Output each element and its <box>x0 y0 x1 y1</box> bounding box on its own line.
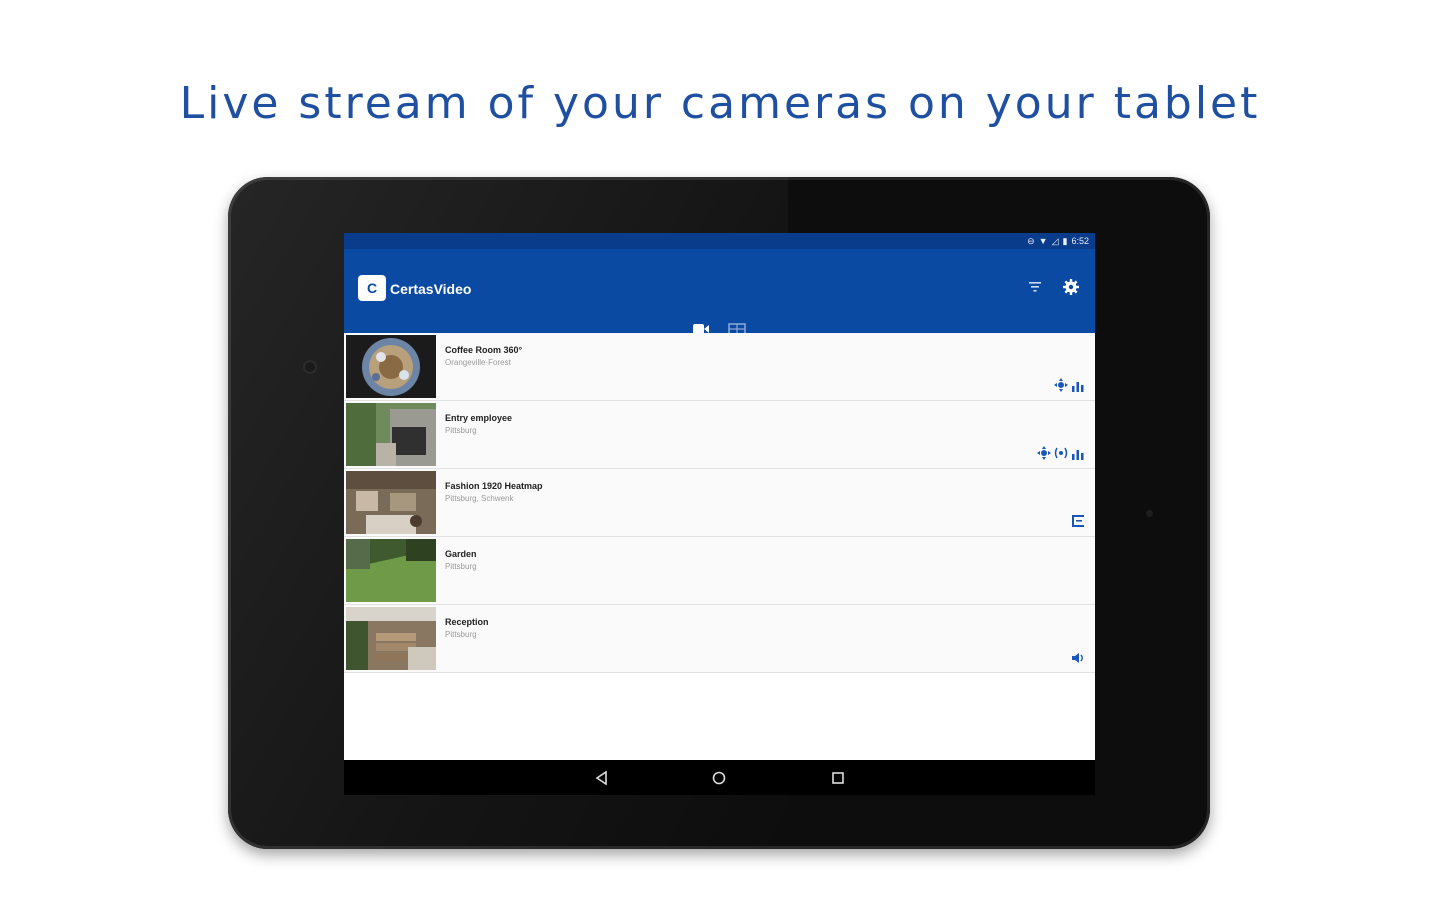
dnd-icon: ⊖ <box>1027 235 1035 246</box>
app-logo: C <box>358 275 386 301</box>
camera-location: Pittsburg <box>445 630 477 639</box>
app-title: CertasVideo <box>390 281 472 297</box>
recent-apps-icon[interactable] <box>830 770 846 786</box>
signal-icon: ◿ <box>1051 235 1059 246</box>
camera-location: Pittsburg <box>445 426 477 435</box>
camera-thumbnail <box>346 403 436 466</box>
android-nav-bar <box>344 760 1095 795</box>
battery-icon: ▮ <box>1062 235 1068 246</box>
heatmap-icon[interactable] <box>1071 514 1085 528</box>
camera-name: Coffee Room 360° <box>445 345 523 355</box>
camera-row[interactable]: Reception Pittsburg <box>344 605 1095 673</box>
filter-icon[interactable] <box>1028 280 1042 294</box>
camera-name: Reception <box>445 617 489 627</box>
ptz-icon[interactable] <box>1054 378 1068 392</box>
camera-name: Entry employee <box>445 413 513 423</box>
front-camera <box>303 360 317 374</box>
camera-location: Pittsburg, Schwenk <box>445 494 514 503</box>
app-bar: C CertasVideo <box>344 249 1095 348</box>
speaker-icon[interactable] <box>1071 652 1085 664</box>
camera-thumbnail <box>346 539 436 602</box>
camera-list: Coffee Room 360° Orangeville·Forest Entr… <box>344 333 1095 673</box>
analytics-icon[interactable] <box>1071 448 1085 460</box>
camera-row[interactable]: Entry employee Pittsburg <box>344 401 1095 469</box>
wifi-icon: ▼ <box>1038 235 1048 246</box>
tablet-screen: ⊖ ▼ ◿ ▮ 6:52 C CertasVideo Coffee Room 3… <box>344 233 1095 795</box>
home-icon[interactable] <box>711 770 727 786</box>
camera-row[interactable]: Fashion 1920 Heatmap Pittsburg, Schwenk <box>344 469 1095 537</box>
camera-thumbnail <box>346 607 436 670</box>
camera-row[interactable]: Garden Pittsburg <box>344 537 1095 605</box>
gear-icon[interactable] <box>1062 278 1080 296</box>
camera-row[interactable]: Coffee Room 360° Orangeville·Forest <box>344 333 1095 401</box>
camera-thumbnail <box>346 335 436 398</box>
headline: Live stream of your cameras on your tabl… <box>179 78 1261 129</box>
status-bar: ⊖ ▼ ◿ ▮ 6:52 <box>344 233 1095 249</box>
sensor <box>1146 510 1153 517</box>
analytics-icon[interactable] <box>1071 380 1085 392</box>
camera-location: Orangeville·Forest <box>445 358 511 367</box>
camera-location: Pittsburg <box>445 562 477 571</box>
audio-wave-icon[interactable] <box>1054 446 1068 460</box>
status-time: 6:52 <box>1071 236 1089 246</box>
camera-thumbnail <box>346 471 436 534</box>
camera-name: Garden <box>445 549 477 559</box>
back-icon[interactable] <box>594 770 610 786</box>
camera-name: Fashion 1920 Heatmap <box>445 481 543 491</box>
ptz-icon[interactable] <box>1037 446 1051 460</box>
